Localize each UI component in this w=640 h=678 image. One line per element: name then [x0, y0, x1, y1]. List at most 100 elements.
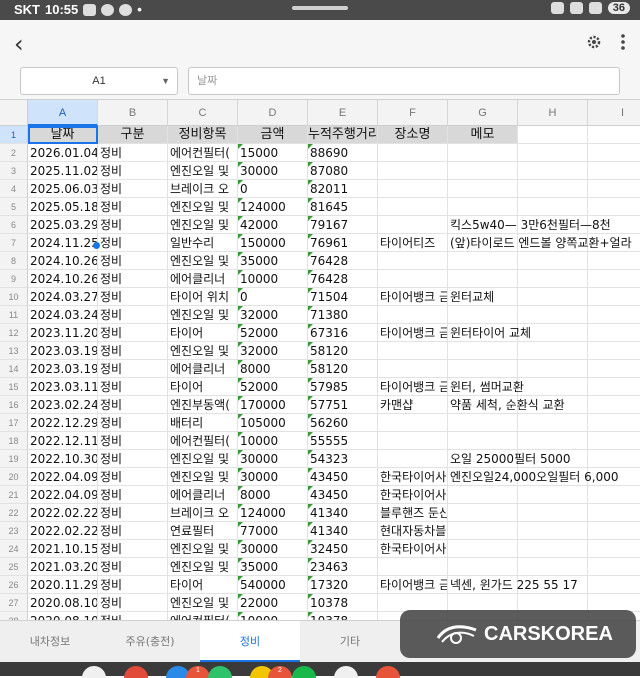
- data-cell[interactable]: 정비: [98, 540, 168, 558]
- data-cell[interactable]: 540000: [238, 576, 308, 594]
- data-cell[interactable]: 카맨샵: [378, 396, 448, 414]
- empty-cell[interactable]: [518, 306, 588, 324]
- data-cell[interactable]: 2025.05.18: [28, 198, 98, 216]
- data-cell[interactable]: 2024.10.26: [28, 252, 98, 270]
- header-cell[interactable]: 날짜: [28, 126, 98, 144]
- empty-cell[interactable]: [518, 504, 588, 522]
- empty-cell[interactable]: [588, 558, 640, 576]
- empty-cell[interactable]: [518, 558, 588, 576]
- data-cell[interactable]: [448, 252, 518, 270]
- row-header[interactable]: 6: [0, 216, 28, 234]
- data-cell[interactable]: 15000: [238, 144, 308, 162]
- row-header[interactable]: 16: [0, 396, 28, 414]
- settings-gear-icon[interactable]: [586, 34, 602, 50]
- data-cell[interactable]: 81645: [308, 198, 378, 216]
- empty-cell[interactable]: [588, 198, 640, 216]
- data-cell[interactable]: [378, 144, 448, 162]
- data-cell[interactable]: 타이어: [168, 324, 238, 342]
- data-cell[interactable]: 8000: [238, 360, 308, 378]
- data-cell[interactable]: 타이어: [168, 378, 238, 396]
- data-cell[interactable]: 22000: [238, 594, 308, 612]
- dock-app-icon[interactable]: [334, 666, 358, 678]
- data-cell[interactable]: 2022.12.29: [28, 414, 98, 432]
- row-header[interactable]: 25: [0, 558, 28, 576]
- data-cell[interactable]: 41340: [308, 522, 378, 540]
- data-cell[interactable]: 54323: [308, 450, 378, 468]
- data-cell[interactable]: 2025.11.02: [28, 162, 98, 180]
- data-cell[interactable]: 2023.03.19: [28, 360, 98, 378]
- empty-cell[interactable]: [588, 396, 640, 414]
- empty-cell[interactable]: [518, 486, 588, 504]
- data-cell[interactable]: 타이어뱅크 금: [378, 576, 448, 594]
- data-cell[interactable]: 정비: [98, 198, 168, 216]
- column-header[interactable]: C: [168, 100, 238, 126]
- data-cell[interactable]: 엔진부동액(: [168, 396, 238, 414]
- empty-cell[interactable]: [588, 270, 640, 288]
- data-cell[interactable]: 2024.03.27: [28, 288, 98, 306]
- data-cell[interactable]: 엔진오일 및: [168, 342, 238, 360]
- row-header[interactable]: 18: [0, 432, 28, 450]
- data-cell[interactable]: 2021.10.15: [28, 540, 98, 558]
- data-cell[interactable]: 77000: [238, 522, 308, 540]
- data-cell[interactable]: 정비: [98, 396, 168, 414]
- data-cell[interactable]: [378, 342, 448, 360]
- data-cell[interactable]: 브레이크 오: [168, 180, 238, 198]
- data-cell[interactable]: 현대자동차블: [378, 522, 448, 540]
- empty-cell[interactable]: [518, 198, 588, 216]
- empty-cell[interactable]: [588, 126, 640, 144]
- empty-cell[interactable]: [518, 288, 588, 306]
- row-header[interactable]: 26: [0, 576, 28, 594]
- data-cell[interactable]: 정비: [98, 504, 168, 522]
- data-cell[interactable]: 10000: [238, 432, 308, 450]
- empty-cell[interactable]: [518, 540, 588, 558]
- data-cell[interactable]: 67316: [308, 324, 378, 342]
- data-cell[interactable]: 57985: [308, 378, 378, 396]
- data-cell[interactable]: 71504: [308, 288, 378, 306]
- empty-cell[interactable]: [588, 180, 640, 198]
- data-cell[interactable]: [378, 414, 448, 432]
- data-cell[interactable]: 2020.08.10: [28, 594, 98, 612]
- data-cell[interactable]: 윈터교체: [448, 288, 518, 306]
- data-cell[interactable]: 정비: [98, 324, 168, 342]
- back-arrow-icon[interactable]: ‹: [14, 30, 24, 58]
- data-cell[interactable]: 30000: [238, 468, 308, 486]
- header-cell[interactable]: 장소명: [378, 126, 448, 144]
- more-vert-icon[interactable]: [620, 32, 626, 52]
- data-cell[interactable]: [378, 270, 448, 288]
- empty-cell[interactable]: [588, 576, 640, 594]
- column-header[interactable]: B: [98, 100, 168, 126]
- data-cell[interactable]: 2023.03.19: [28, 342, 98, 360]
- data-cell[interactable]: 약품 세척, 순환식 교환: [448, 396, 565, 414]
- data-cell[interactable]: 한국타이어사: [378, 540, 448, 558]
- data-cell[interactable]: [378, 198, 448, 216]
- sheet-tab[interactable]: 기타: [300, 621, 400, 663]
- data-cell[interactable]: 한국타이어사: [378, 486, 448, 504]
- row-header[interactable]: 13: [0, 342, 28, 360]
- column-header[interactable]: G: [448, 100, 518, 126]
- data-cell[interactable]: 76428: [308, 270, 378, 288]
- data-cell[interactable]: 정비: [98, 612, 168, 620]
- data-cell[interactable]: 2022.02.22: [28, 504, 98, 522]
- row-header[interactable]: 19: [0, 450, 28, 468]
- empty-cell[interactable]: [518, 342, 588, 360]
- data-cell[interactable]: 0: [238, 180, 308, 198]
- formula-input[interactable]: 날짜: [188, 67, 620, 95]
- data-cell[interactable]: 에어컨필터(: [168, 612, 238, 620]
- data-cell[interactable]: 2023.03.11: [28, 378, 98, 396]
- empty-cell[interactable]: [588, 378, 640, 396]
- dock-app-icon[interactable]: [292, 666, 316, 678]
- column-header[interactable]: E: [308, 100, 378, 126]
- select-all-corner[interactable]: [0, 100, 28, 126]
- empty-cell[interactable]: [518, 414, 588, 432]
- empty-cell[interactable]: [588, 306, 640, 324]
- data-cell[interactable]: [378, 306, 448, 324]
- empty-cell[interactable]: [588, 432, 640, 450]
- row-header[interactable]: 9: [0, 270, 28, 288]
- row-header[interactable]: 17: [0, 414, 28, 432]
- data-cell[interactable]: 타이어뱅크 금: [378, 288, 448, 306]
- data-cell[interactable]: 엔진오일 및: [168, 306, 238, 324]
- data-cell[interactable]: 정비: [98, 144, 168, 162]
- data-cell[interactable]: 0: [238, 288, 308, 306]
- column-header[interactable]: I: [588, 100, 640, 126]
- data-cell[interactable]: 35000: [238, 252, 308, 270]
